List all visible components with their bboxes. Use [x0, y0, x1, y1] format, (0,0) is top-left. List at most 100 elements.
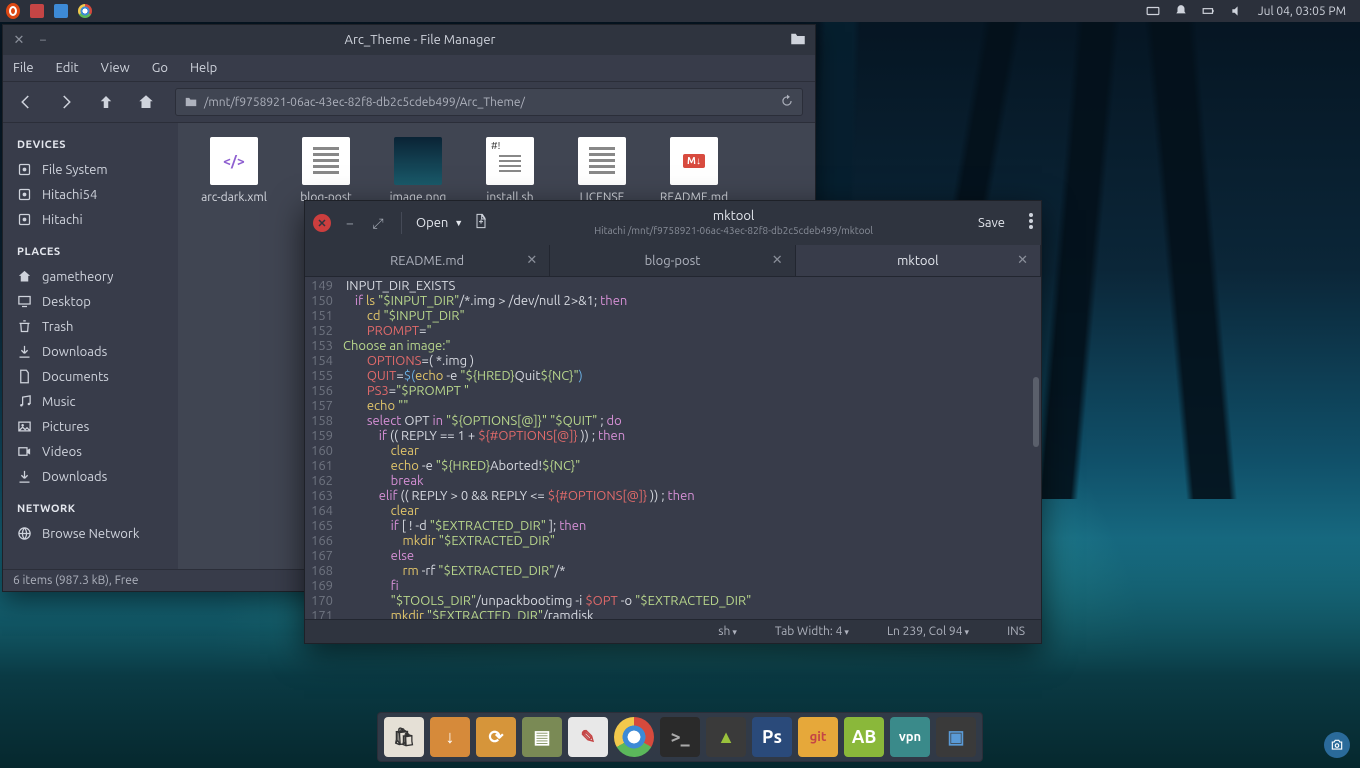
nav-back-button[interactable]: [15, 91, 37, 113]
ubuntu-icon[interactable]: [6, 4, 20, 18]
menu-edit[interactable]: Edit: [56, 61, 79, 75]
dock-terminal[interactable]: >_: [660, 717, 700, 757]
sidebar-item[interactable]: Hitachi54: [3, 182, 178, 207]
sidebar-item-label: File System: [42, 163, 108, 177]
sidebar-item-label: Documents: [42, 370, 109, 384]
file-item[interactable]: </>arc-dark.xml: [192, 137, 276, 204]
file-item[interactable]: install.sh: [468, 137, 552, 204]
sidebar-item[interactable]: Browse Network: [3, 521, 178, 546]
tab-close-icon[interactable]: ✕: [772, 253, 783, 268]
editor-tab[interactable]: blog-post✕: [550, 245, 795, 276]
sidebar-item[interactable]: Documents: [3, 364, 178, 389]
location-bar[interactable]: /mnt/f9758921-06ac-43ec-82f8-db2c5cdeb49…: [175, 88, 803, 116]
file-thumb: [394, 137, 442, 185]
fm-titlebar[interactable]: ✕ − Arc_Theme - File Manager: [3, 25, 815, 55]
sidebar-item[interactable]: Music: [3, 389, 178, 414]
sidebar-heading-places: PLACES: [3, 242, 178, 264]
app-indicator-2[interactable]: [54, 4, 68, 18]
dock-vpn[interactable]: vpn: [890, 717, 930, 757]
nav-forward-button[interactable]: [55, 91, 77, 113]
file-item[interactable]: blog-post: [284, 137, 368, 204]
sidebar-item[interactable]: Downloads: [3, 464, 178, 489]
status-tabwidth[interactable]: Tab Width: 4: [775, 625, 849, 638]
screenshot-button[interactable]: [1324, 732, 1350, 758]
reload-button[interactable]: [780, 94, 794, 111]
sidebar-item-label: gametheory: [42, 270, 113, 284]
dock-android-studio[interactable]: ▲: [706, 717, 746, 757]
file-name: arc-dark.xml: [201, 191, 267, 204]
window-title: Arc_Theme - File Manager: [59, 33, 781, 47]
dock-software-center[interactable]: 🛍: [384, 717, 424, 757]
dock-notes[interactable]: ✎: [568, 717, 608, 757]
sidebar-item[interactable]: Videos: [3, 439, 178, 464]
editor-tab[interactable]: mktool✕: [796, 245, 1041, 276]
sidebar-item[interactable]: Downloads: [3, 339, 178, 364]
menu-file[interactable]: File: [13, 61, 34, 75]
window-minimize-button[interactable]: −: [341, 215, 359, 231]
app-indicator-1[interactable]: [30, 4, 44, 18]
sidebar-item[interactable]: Trash: [3, 314, 178, 339]
editor-tab[interactable]: README.md✕: [305, 245, 550, 276]
open-button[interactable]: Open▼: [416, 216, 463, 230]
sidebar-item[interactable]: Desktop: [3, 289, 178, 314]
menu-help[interactable]: Help: [190, 61, 217, 75]
sidebar-item[interactable]: gametheory: [3, 264, 178, 289]
dock-git[interactable]: git: [798, 717, 838, 757]
dock-sync[interactable]: ⟳: [476, 717, 516, 757]
editor-title: mktool: [713, 209, 754, 225]
editor-tabs: README.md✕blog-post✕mktool✕: [305, 245, 1041, 277]
folder-icon: [789, 30, 807, 51]
file-item[interactable]: LICENSE: [560, 137, 644, 204]
fm-toolbar: /mnt/f9758921-06ac-43ec-82f8-db2c5cdeb49…: [3, 81, 815, 123]
volume-icon[interactable]: [1230, 4, 1244, 18]
dock-files[interactable]: ▤: [522, 717, 562, 757]
file-item[interactable]: M↓README.md: [652, 137, 736, 204]
sidebar-item-label: Videos: [42, 445, 82, 459]
sidebar-item-label: Music: [42, 395, 76, 409]
editor-headerbar[interactable]: ✕ − ⤢ Open▼ mktool Hitachi /mnt/f9758921…: [305, 201, 1041, 245]
tab-close-icon[interactable]: ✕: [526, 253, 537, 268]
dock-photoshop[interactable]: Ps: [752, 717, 792, 757]
window-close-button[interactable]: ✕: [313, 214, 331, 232]
hamburger-menu-button[interactable]: [1029, 213, 1033, 233]
dock-downloads[interactable]: ↓: [430, 717, 470, 757]
nav-home-button[interactable]: [135, 91, 157, 113]
file-item[interactable]: image.png: [376, 137, 460, 204]
sidebar-item[interactable]: File System: [3, 157, 178, 182]
editor-code-area[interactable]: 149 150 151 152 153 154 155 156 157 158 …: [305, 277, 1041, 619]
sidebar-item[interactable]: Hitachi: [3, 207, 178, 232]
app-indicator-chrome[interactable]: [78, 4, 92, 18]
location-path: /mnt/f9758921-06ac-43ec-82f8-db2c5cdeb49…: [204, 96, 525, 109]
status-position[interactable]: Ln 239, Col 94: [887, 625, 969, 638]
scrollbar-thumb[interactable]: [1033, 377, 1039, 447]
menu-view[interactable]: View: [101, 61, 130, 75]
tab-close-icon[interactable]: ✕: [1017, 253, 1028, 268]
sidebar-item-label: Downloads: [42, 470, 107, 484]
dock-ab[interactable]: AB: [844, 717, 884, 757]
notifications-icon[interactable]: [1174, 4, 1188, 18]
status-text: 6 items (987.3 kB), Free: [13, 574, 139, 587]
window-close-button[interactable]: ✕: [11, 32, 27, 48]
sidebar-item-label: Downloads: [42, 345, 107, 359]
editor-statusbar: sh Tab Width: 4 Ln 239, Col 94 INS: [305, 619, 1041, 643]
window-maximize-button[interactable]: ⤢: [369, 215, 387, 232]
code-text[interactable]: INPUT_DIR_EXISTS if ls "$INPUT_DIR"/*.im…: [339, 277, 1041, 619]
status-insert-mode[interactable]: INS: [1007, 625, 1025, 638]
status-language[interactable]: sh: [718, 625, 737, 638]
sidebar-item[interactable]: Pictures: [3, 414, 178, 439]
nav-up-button[interactable]: [95, 91, 117, 113]
new-document-button[interactable]: [473, 213, 489, 233]
sidebar-item-label: Trash: [42, 320, 73, 334]
keyboard-icon[interactable]: [1146, 4, 1160, 18]
sidebar-item-label: Desktop: [42, 295, 91, 309]
dock-screenshot[interactable]: ▣: [936, 717, 976, 757]
save-button[interactable]: Save: [978, 216, 1005, 230]
sidebar-item-label: Hitachi: [42, 213, 83, 227]
dock-chrome[interactable]: [614, 717, 654, 757]
clock[interactable]: Jul 04, 03:05 PM: [1258, 5, 1346, 18]
menu-go[interactable]: Go: [152, 61, 168, 75]
folder-icon: [184, 95, 198, 109]
sidebar-item-label: Pictures: [42, 420, 89, 434]
window-minimize-button[interactable]: −: [35, 32, 51, 48]
battery-icon[interactable]: [1202, 4, 1216, 18]
